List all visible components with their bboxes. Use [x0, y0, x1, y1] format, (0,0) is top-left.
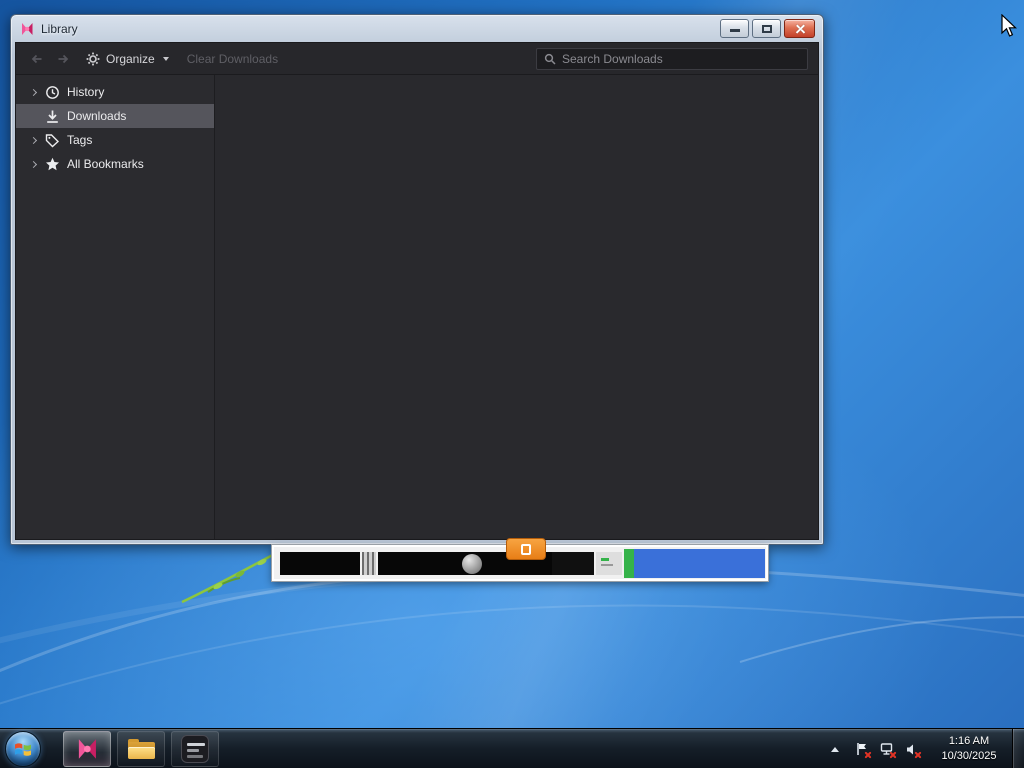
forward-button[interactable] [52, 48, 74, 70]
taskbar-button-dark-app[interactable] [171, 730, 219, 767]
library-window: Library Organize Clear Downloads Search … [10, 14, 824, 545]
sidebar-item-label: Tags [67, 133, 93, 147]
star-icon [45, 157, 59, 170]
sidebar-item-tags[interactable]: Tags [16, 128, 214, 152]
taskbar-button-library-app[interactable] [63, 730, 111, 767]
downloads-list-empty [215, 75, 818, 539]
start-button[interactable] [5, 730, 41, 767]
clock-icon [45, 85, 59, 99]
close-button[interactable] [784, 19, 815, 38]
system-tray: 1:16 AM 10/30/2025 [831, 729, 1024, 768]
orange-button-glyph [521, 543, 531, 555]
taskbar: 1:16 AM 10/30/2025 [0, 728, 1024, 768]
maximize-icon [762, 25, 772, 33]
sidebar-item-label: History [67, 85, 105, 99]
mini-window-green-bar [624, 549, 634, 578]
back-arrow-icon [31, 54, 42, 63]
window-titlebar[interactable]: Library [11, 15, 823, 42]
volume-icon[interactable] [903, 740, 921, 758]
chevron-right-icon [29, 160, 37, 168]
error-x-icon [864, 751, 872, 759]
clock-date: 10/30/2025 [941, 750, 997, 762]
mini-window-orange-button[interactable] [506, 538, 546, 560]
organize-button[interactable]: Organize [78, 49, 177, 69]
sidebar-item-history[interactable]: History [16, 80, 214, 104]
library-toolbar: Organize Clear Downloads [16, 43, 818, 75]
dark-window-icon [181, 734, 209, 763]
back-button[interactable] [26, 48, 48, 70]
magnifier-icon [544, 53, 556, 65]
sidebar-item-all-bookmarks[interactable]: All Bookmarks [16, 152, 214, 176]
background-mini-window[interactable] [271, 538, 769, 582]
forward-arrow-icon [58, 54, 69, 63]
show-desktop-button[interactable] [1012, 729, 1024, 768]
pink-ribbon-app-icon [78, 738, 96, 759]
gear-icon [86, 52, 100, 65]
tag-icon [45, 133, 59, 147]
mini-window-black-panel [552, 552, 594, 575]
clock-time: 1:16 AM [948, 735, 990, 748]
sidebar-item-downloads[interactable]: Downloads [16, 104, 214, 128]
mini-window-black-panel [280, 552, 360, 575]
organize-label: Organize [106, 51, 155, 66]
window-title: Library [41, 21, 78, 36]
mini-window-striped-segment [362, 552, 376, 575]
chevron-down-icon [162, 56, 169, 61]
mute-x-icon [914, 751, 922, 759]
mini-window-blue-panel [634, 549, 765, 578]
minimize-button[interactable] [720, 19, 749, 38]
download-icon [46, 110, 58, 123]
taskbar-clock[interactable]: 1:16 AM 10/30/2025 [934, 734, 1004, 764]
chevron-right-icon [29, 88, 37, 96]
action-center-flag-icon[interactable] [853, 740, 871, 758]
taskbar-button-explorer[interactable] [117, 730, 165, 767]
chevron-right-icon [29, 136, 37, 144]
maximize-button[interactable] [752, 19, 781, 38]
pink-ribbon-app-icon [22, 22, 33, 35]
search-box[interactable] [536, 47, 808, 70]
mini-window-light-panel [596, 552, 622, 575]
sidebar-item-label: Downloads [67, 109, 127, 123]
minimize-icon [730, 29, 740, 32]
search-input[interactable] [562, 51, 800, 66]
windows-flag-icon [15, 742, 31, 756]
network-status-icon[interactable] [878, 740, 896, 758]
library-sidebar: History Downloads Tags All Bookmarks [16, 75, 215, 539]
sidebar-item-label: All Bookmarks [67, 157, 144, 171]
error-x-icon [889, 751, 897, 759]
folder-icon [127, 738, 155, 759]
show-hidden-icons-button[interactable] [831, 746, 839, 752]
mini-window-knob [462, 554, 482, 574]
library-window-body: Organize Clear Downloads Search Download… [15, 42, 819, 540]
clear-downloads-button[interactable]: Clear Downloads [177, 49, 288, 69]
